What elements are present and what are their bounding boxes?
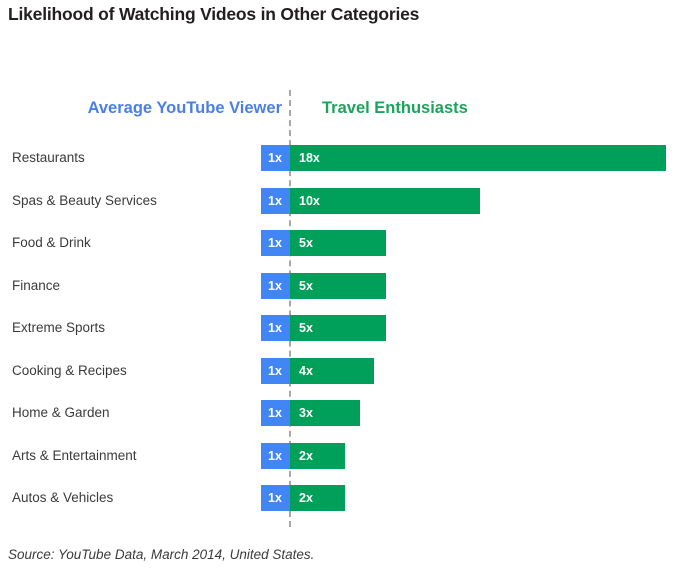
bar-travel-enthusiasts: 10x [290,187,480,214]
bar-average-youtube-viewer: 1x [261,442,290,469]
chart-row: Cooking & Recipes 1x 4x [0,357,686,401]
bar-travel-enthusiasts: 5x [290,272,386,299]
chart-row: Spas & Beauty Services 1x 10x [0,187,686,231]
bar-pair: 1x 10x [261,187,480,214]
chart-row: Restaurants 1x 18x [0,145,686,188]
bar-pair: 1x 2x [261,442,345,469]
category-label: Cooking & Recipes [12,362,127,378]
bar-pair: 1x 2x [261,485,345,511]
bar-pair: 1x 3x [261,400,360,426]
bar-average-youtube-viewer: 1x [261,485,290,511]
bar-pair: 1x 5x [261,230,386,256]
category-label: Extreme Sports [12,320,106,335]
chart-legend: Average YouTube Viewer Travel Enthusiast… [0,99,686,123]
chart-row: Home & Garden 1x 3x [0,400,686,443]
bar-average-youtube-viewer: 1x [261,315,290,341]
page-title: Likelihood of Watching Videos in Other C… [8,4,420,24]
legend-item-average-youtube-viewer: Average YouTube Viewer [87,99,282,117]
bar-travel-enthusiasts: 3x [290,400,360,426]
category-label: Home & Garden [12,405,110,420]
category-label: Finance [12,277,61,293]
bar-average-youtube-viewer: 1x [261,400,290,426]
source-note: Source: YouTube Data, March 2014, United… [8,547,315,562]
chart-plot-area: Restaurants 1x 18x Spas & Beauty Services 1x… [0,145,686,528]
bar-average-youtube-viewer: 1x [261,187,290,214]
bar-average-youtube-viewer: 1x [261,145,290,171]
chart-row: Arts & Entertainment 1x 2x [0,442,686,486]
bar-travel-enthusiasts: 5x [290,230,386,256]
category-label: Autos & Vehicles [12,490,114,505]
chart-row: Finance 1x 5x [0,272,686,316]
bar-travel-enthusiasts: 4x [290,357,374,384]
bar-pair: 1x 5x [261,315,386,341]
bar-average-youtube-viewer: 1x [261,272,290,299]
bar-average-youtube-viewer: 1x [261,230,290,256]
bar-travel-enthusiasts: 18x [290,145,666,171]
bar-pair: 1x 18x [261,145,666,171]
bar-pair: 1x 5x [261,272,386,299]
legend-item-travel-enthusiasts: Travel Enthusiasts [322,99,468,117]
bar-travel-enthusiasts: 2x [290,442,345,469]
chart-row: Autos & Vehicles 1x 2x [0,485,686,528]
chart-row: Extreme Sports 1x 5x [0,315,686,358]
bar-travel-enthusiasts: 2x [290,485,345,511]
chart-row: Food & Drink 1x 5x [0,230,686,273]
category-label: Food & Drink [12,235,91,250]
category-label: Spas & Beauty Services [12,192,157,208]
bar-average-youtube-viewer: 1x [261,357,290,384]
bar-pair: 1x 4x [261,357,374,384]
category-label: Restaurants [12,150,85,165]
bar-travel-enthusiasts: 5x [290,315,386,341]
category-label: Arts & Entertainment [12,447,137,463]
